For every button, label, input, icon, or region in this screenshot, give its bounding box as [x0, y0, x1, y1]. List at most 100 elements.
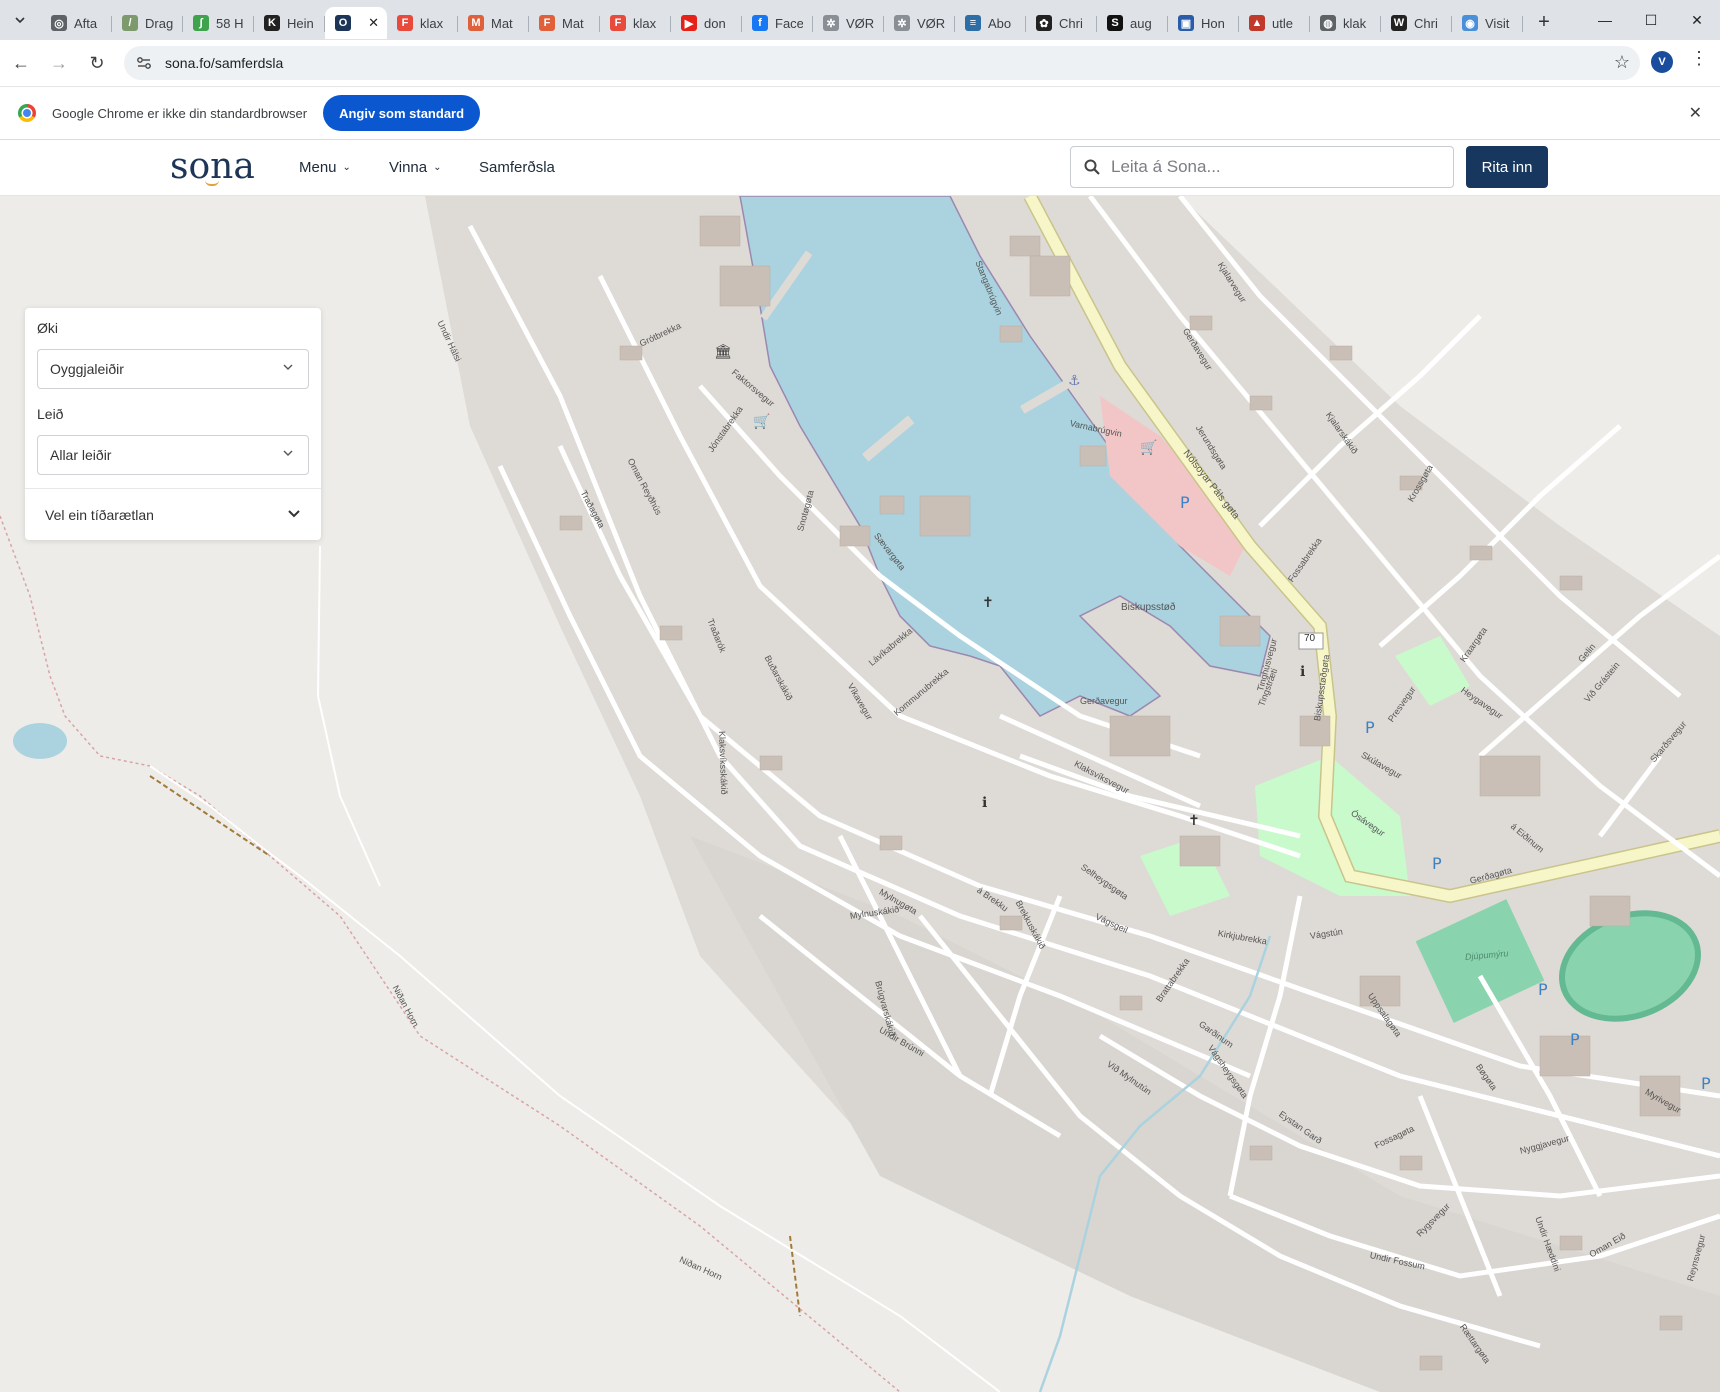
area-label: Øki	[37, 320, 58, 336]
tab-favicon-icon: F	[610, 15, 626, 31]
tab[interactable]: ✲ VØR	[813, 7, 884, 39]
church-icon: ✝	[1188, 813, 1200, 829]
tab[interactable]: ∫ 58 H	[183, 7, 254, 39]
track	[316, 545, 381, 887]
route-select[interactable]: Allar leiðir	[37, 435, 309, 475]
tab[interactable]: Fklax	[387, 7, 458, 39]
tab-title: Abo	[988, 15, 1012, 31]
tab[interactable]: F Mat	[529, 7, 600, 39]
tab-title: utle	[1272, 15, 1293, 31]
set-default-button[interactable]: Angiv som standard	[323, 95, 481, 131]
new-tab-button[interactable]: +	[1529, 7, 1559, 37]
tab[interactable]: K Hein	[254, 7, 325, 39]
tab[interactable]: W Chri	[1381, 7, 1452, 39]
track	[789, 1235, 801, 1317]
parking-icon: P	[1365, 718, 1375, 737]
tab[interactable]: ✿ Chri	[1026, 7, 1097, 39]
lake	[13, 723, 67, 759]
tab-title: don	[704, 15, 726, 31]
map-label: Gerðavegur	[1080, 696, 1128, 706]
tab-favicon-icon: f	[752, 15, 768, 31]
tab[interactable]: ◎ Afta	[41, 7, 112, 39]
site-settings-icon[interactable]	[132, 51, 156, 75]
tab[interactable]: ▶ don	[671, 7, 742, 39]
maximize-button[interactable]: ☐	[1628, 0, 1674, 40]
infobar-message: Google Chrome er ikke din standardbrowse…	[52, 105, 308, 121]
tab-title: Mat	[491, 15, 513, 31]
parking-icon: P	[1432, 854, 1442, 873]
info-icon: ℹ	[982, 795, 987, 811]
route-70-label: 70	[1304, 633, 1316, 644]
tab[interactable]: / Drag	[112, 7, 183, 39]
tab[interactable]: f Face	[742, 7, 813, 39]
parking-icon: P	[1180, 493, 1190, 512]
window-controls: — ☐ ✕	[1582, 0, 1720, 40]
parking-icon: P	[1538, 980, 1548, 999]
browser-menu-icon[interactable]: ⋮	[1690, 48, 1708, 69]
chevron-down-icon	[287, 506, 301, 523]
reload-button[interactable]: ↻	[80, 46, 114, 80]
museum-icon: 🏛	[714, 343, 732, 360]
tab-title: Face	[775, 15, 803, 31]
tab-favicon-icon: ▶	[681, 15, 697, 31]
tab-title: Chri	[1059, 15, 1083, 31]
tab-title: Afta	[74, 15, 98, 31]
tab[interactable]: Saug	[1097, 7, 1168, 39]
route-filter-panel: Øki Oyggjaleiðir Leið Allar leiðir Vel e…	[25, 308, 321, 540]
track	[149, 775, 271, 857]
tab[interactable]: ≡ Abo	[955, 7, 1026, 39]
tab-favicon-icon: ◉	[1462, 15, 1478, 31]
tab[interactable]: Fklax	[600, 7, 671, 39]
tab-close-icon[interactable]: ✕	[368, 15, 379, 31]
search-icon	[1083, 158, 1101, 176]
tab[interactable]: ▲ utle	[1239, 7, 1310, 39]
tab[interactable]: ✲ VØR	[884, 7, 955, 39]
tab[interactable]: ▣ Hon	[1168, 7, 1239, 39]
chevron-down-icon	[282, 361, 294, 376]
close-window-button[interactable]: ✕	[1674, 0, 1720, 40]
nav-samferdsla[interactable]: Samferðsla	[479, 159, 555, 176]
church-icon: ✝	[982, 595, 994, 611]
tab-title: VØR	[846, 15, 874, 31]
nav-menu[interactable]: Menu ⌄	[299, 159, 351, 176]
tab-favicon-icon: ✿	[1036, 15, 1052, 31]
tab-active[interactable]: O ✕	[325, 7, 387, 39]
default-browser-infobar: Google Chrome er ikke din standardbrowse…	[0, 86, 1720, 140]
site-search[interactable]	[1070, 146, 1454, 188]
search-input[interactable]	[1111, 157, 1431, 177]
tab-favicon-icon: ▲	[1249, 15, 1265, 31]
tab[interactable]: ◉ Visit	[1452, 7, 1523, 39]
forward-button[interactable]: →	[42, 46, 76, 80]
tab-favicon-icon: ◍	[1320, 15, 1336, 31]
profile-avatar[interactable]: V	[1651, 51, 1673, 73]
nav-menu-label: Menu	[299, 159, 337, 176]
tab-title: klax	[633, 15, 657, 31]
chevron-down-icon: ⌄	[342, 162, 351, 173]
minimize-button[interactable]: —	[1582, 0, 1628, 40]
tab-favicon-icon: M	[468, 15, 484, 31]
back-button[interactable]: ←	[4, 46, 38, 80]
tab-search-button[interactable]	[7, 7, 33, 33]
close-icon[interactable]: ✕	[1689, 103, 1702, 123]
map-label: Biskupsstøð	[1121, 602, 1176, 613]
tab-favicon-icon: ✲	[823, 15, 839, 31]
parking-icon: P	[1570, 1030, 1580, 1049]
route-select-value: Allar leiðir	[50, 447, 112, 463]
tab-favicon-icon: /	[122, 15, 138, 31]
nav-vinna[interactable]: Vinna ⌄	[389, 159, 441, 176]
tab[interactable]: ◍ klak	[1310, 7, 1381, 39]
tab-title: 58 H	[216, 15, 244, 31]
route-label: Leið	[37, 406, 64, 422]
area-select[interactable]: Oyggjaleiðir	[37, 349, 309, 389]
address-bar[interactable]: sona.fo/samferdsla ☆	[124, 46, 1640, 80]
shop-icon: 🛒	[753, 413, 770, 430]
bookmark-star-icon[interactable]: ☆	[1614, 52, 1630, 73]
login-button[interactable]: Rita inn	[1466, 146, 1548, 188]
area-select-value: Oyggjaleiðir	[50, 361, 124, 377]
site-header: sona Menu⌄ Vinna⌄ Samferðsla Rita inn	[0, 140, 1720, 196]
timetable-accordion[interactable]: Vel ein tíðarætlan	[25, 489, 321, 540]
nav-vinna-label: Vinna	[389, 159, 428, 176]
tab-favicon-icon: K	[264, 15, 280, 31]
chevron-down-icon	[282, 447, 294, 462]
tab[interactable]: M Mat	[458, 7, 529, 39]
